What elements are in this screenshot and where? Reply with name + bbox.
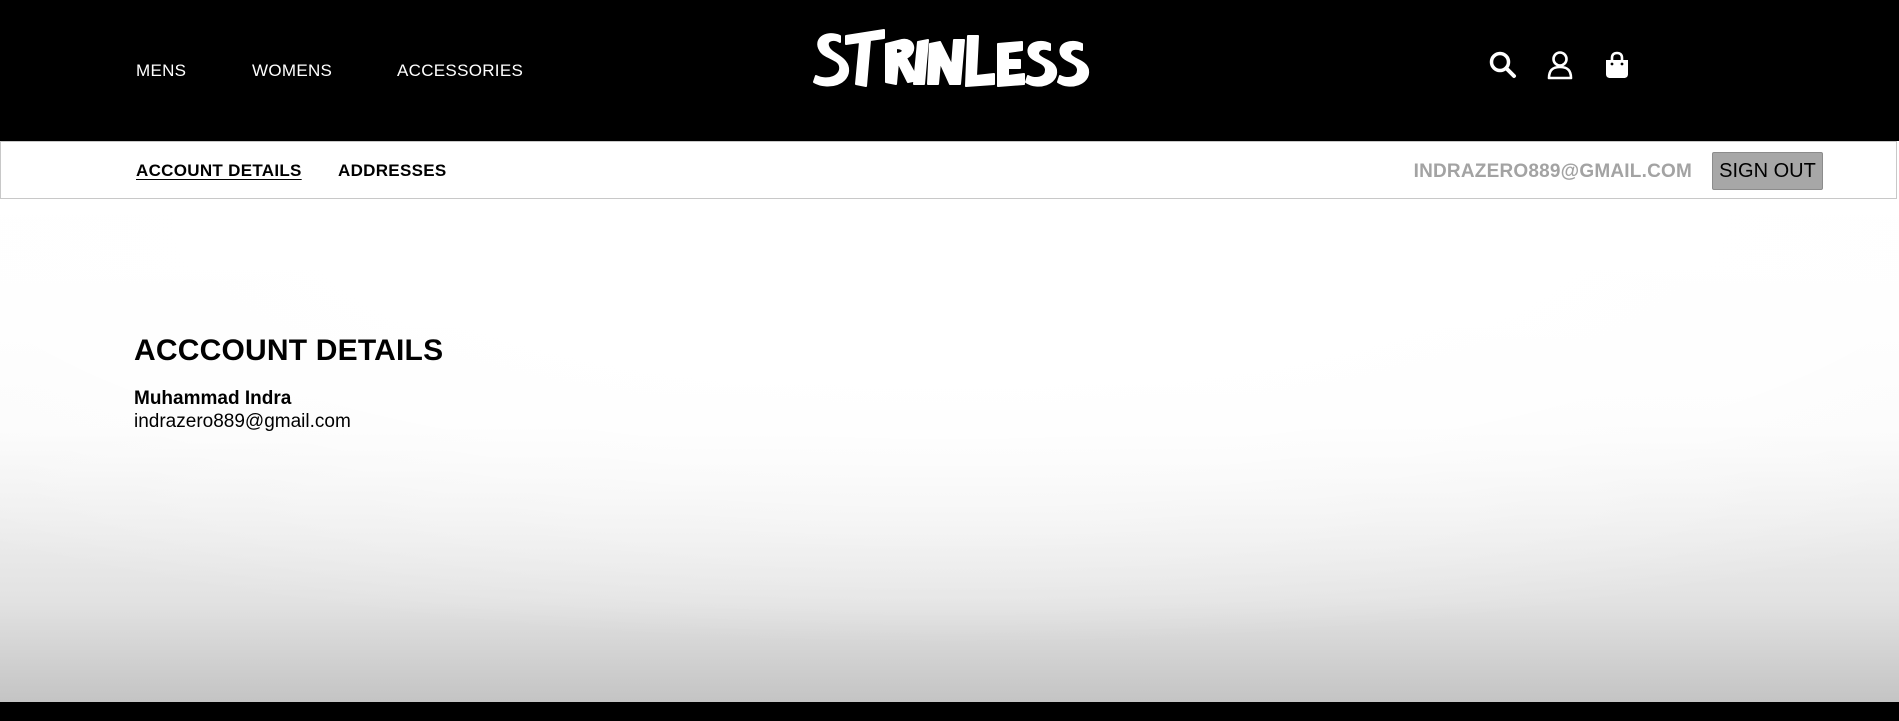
- sign-out-button[interactable]: SIGN OUT: [1712, 152, 1823, 190]
- site-header: MENS WOMENS ACCESSORIES: [0, 0, 1899, 141]
- brand-logo-graffiti: [813, 29, 1090, 87]
- account-icon[interactable]: [1545, 50, 1575, 80]
- nav-link-mens[interactable]: MENS: [136, 61, 186, 81]
- signed-in-email: INDRAZERO889@GMAIL.COM: [1413, 161, 1692, 182]
- account-details-section: ACCCOUNT DETAILS Muhammad Indra indrazer…: [0, 199, 1899, 702]
- tab-account-details[interactable]: ACCOUNT DETAILS: [136, 161, 302, 181]
- search-icon[interactable]: [1488, 50, 1518, 80]
- page-title: ACCCOUNT DETAILS: [134, 334, 444, 367]
- footer-edge: [0, 702, 1899, 721]
- customer-name: Muhammad Indra: [134, 388, 292, 409]
- account-nav-bar: ACCOUNT DETAILS ADDRESSES INDRAZERO889@G…: [0, 141, 1897, 199]
- nav-link-womens[interactable]: WOMENS: [252, 61, 332, 81]
- shopping-bag-icon[interactable]: [1602, 50, 1632, 80]
- nav-link-accessories[interactable]: ACCESSORIES: [397, 61, 523, 81]
- customer-email: indrazero889@gmail.com: [134, 411, 351, 432]
- brand-logo[interactable]: [810, 22, 1090, 92]
- page: MENS WOMENS ACCESSORIES ACCOUNT DETAILS …: [0, 0, 1899, 721]
- tab-addresses[interactable]: ADDRESSES: [338, 161, 447, 181]
